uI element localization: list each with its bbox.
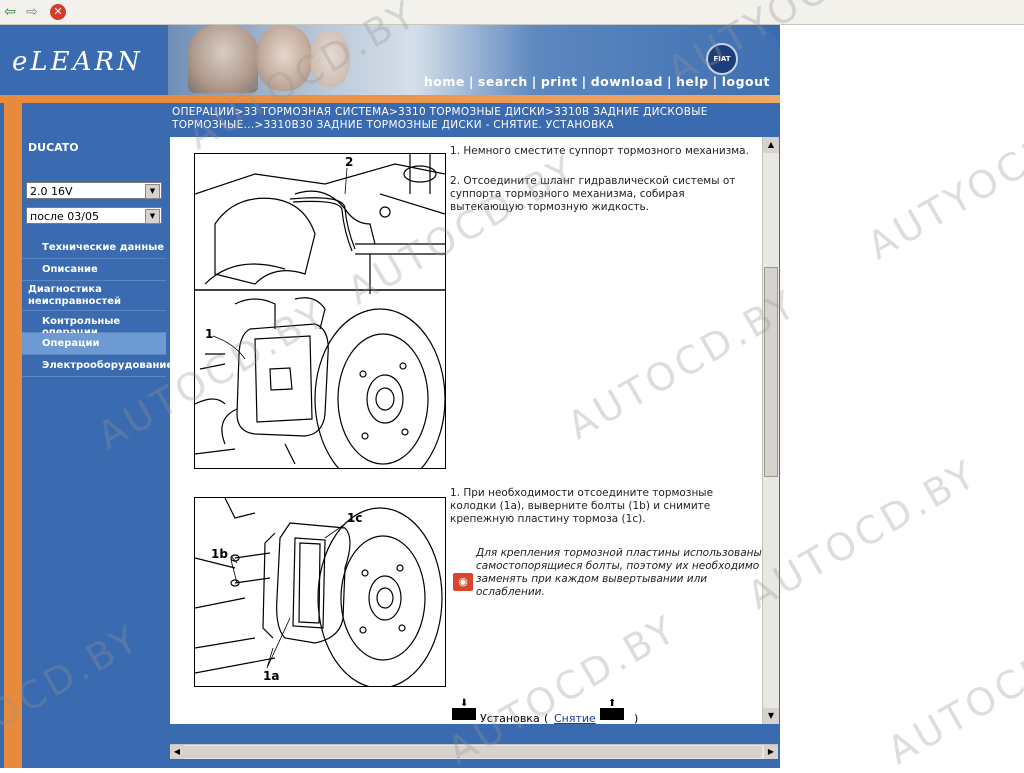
figure-callout: 1a <box>263 669 279 683</box>
breadcrumb-text: ОПЕРАЦИИ>33 ТОРМОЗНАЯ СИСТЕМА>3310 ТОРМО… <box>172 106 708 131</box>
top-navigation: home | search | print | download | help | logout <box>423 74 770 89</box>
model-title: DUCATO <box>28 141 79 154</box>
engine-select-value: 2.0 16V <box>30 185 73 198</box>
sidebar-item-checks[interactable]: Контрольные операции <box>22 311 166 338</box>
nav-home-link[interactable]: home <box>424 74 465 89</box>
sidebar-item-description[interactable]: Описание <box>22 259 166 281</box>
stop-icon[interactable]: ✕ <box>50 4 66 20</box>
banner-photo <box>256 25 312 91</box>
sidebar-item-electrical[interactable]: Электрооборудование <box>22 355 173 377</box>
elearn-logo: eLEARN <box>12 47 143 77</box>
chevron-down-icon[interactable]: ▼ <box>145 209 160 224</box>
install-arrow-icon[interactable]: ⬇ <box>452 698 476 720</box>
sidebar-item-label: Описание <box>42 264 98 275</box>
browser-toolbar: ⇦ ⇨ ✕ <box>0 0 1024 25</box>
nav-search-link[interactable]: search <box>478 74 528 89</box>
watermark: AUTOCD.BY <box>880 605 1024 773</box>
install-label[interactable]: Установка <box>480 712 540 725</box>
removal-link[interactable]: Снятие <box>554 712 596 725</box>
scroll-thumb[interactable] <box>184 746 762 758</box>
sidebar-item-label: Операции <box>42 338 100 349</box>
fiat-badge: FIAT <box>706 43 738 75</box>
sidebar-item-tech-data[interactable]: Технические данные <box>22 237 166 259</box>
figure-callout: 1b <box>211 547 228 561</box>
removal-arrow-icon[interactable]: ⬆ <box>600 698 624 720</box>
brake-pad-illustration: 1c 1b 1a <box>195 498 443 686</box>
sidebar-item-label: Диагностика неисправностей <box>28 284 122 307</box>
date-select[interactable]: после 03/05 ▼ <box>26 207 162 224</box>
figure-callout: 2 <box>345 155 353 169</box>
scroll-down-icon[interactable]: ▼ <box>763 708 779 724</box>
sidebar-item-label: Технические данные <box>42 242 165 253</box>
sidebar: DUCATO 2.0 16V ▼ после 03/05 ▼ Техническ… <box>22 137 173 761</box>
figure-callout: 1 <box>205 327 213 341</box>
banner-photo <box>310 31 350 87</box>
scroll-left-icon[interactable]: ◀ <box>170 745 184 759</box>
logo-panel: eLEARN <box>4 29 164 95</box>
brake-pad-figure: 1c 1b 1a <box>194 497 446 687</box>
vertical-scrollbar[interactable]: ▲ ▼ <box>762 137 779 724</box>
accent-bar <box>0 95 780 103</box>
step-3-text: 1. При необходимости отсоедините тормозн… <box>450 487 714 525</box>
horizontal-scrollbar[interactable]: ◀ ▶ <box>170 744 778 759</box>
engine-select[interactable]: 2.0 16V ▼ <box>26 182 162 199</box>
figure-callout: 1c <box>347 511 362 525</box>
content-pane: 2 1 1. Немного сместите суппорт тормозно… <box>170 137 762 726</box>
brake-caliper-figure: 2 1 <box>194 153 446 469</box>
brake-caliper-illustration: 2 1 <box>195 154 445 468</box>
sidebar-item-label: Электрооборудование <box>42 360 174 371</box>
chevron-down-icon[interactable]: ▼ <box>145 184 160 199</box>
header-banner: FIAT home | search | print | download | help | log… <box>168 25 780 95</box>
nav-logout-link[interactable]: logout <box>722 74 770 89</box>
step-1-text: 1. Немного сместите суппорт тормозного м… <box>450 145 749 157</box>
banner-photo <box>188 25 258 93</box>
back-arrow-icon[interactable]: ⇦ <box>2 4 18 20</box>
scroll-up-icon[interactable]: ▲ <box>763 137 779 153</box>
sidebar-item-operations[interactable]: Операции <box>22 333 166 355</box>
sidebar-item-diagnostics[interactable]: Диагностика неисправностей <box>22 281 166 311</box>
date-select-value: после 03/05 <box>30 210 99 223</box>
scroll-right-icon[interactable]: ▶ <box>764 745 778 759</box>
accent-stripe <box>4 103 22 768</box>
paren-close: ) <box>634 712 639 725</box>
step-2-text: 2. Отсоедините шланг гидравлической сист… <box>450 175 736 213</box>
nav-print-link[interactable]: print <box>541 74 578 89</box>
nav-download-link[interactable]: download <box>591 74 663 89</box>
eye-warning-icon: ◉ <box>453 573 473 591</box>
breadcrumb: ОПЕРАЦИИ>33 ТОРМОЗНАЯ СИСТЕМА>3310 ТОРМО… <box>168 103 780 135</box>
forward-arrow-icon[interactable]: ⇨ <box>24 4 40 20</box>
warning-note: Для крепления тормозной пластины использ… <box>476 547 762 598</box>
nav-help-link[interactable]: help <box>676 74 709 89</box>
watermark: AUTYOCD.BY <box>860 88 1024 269</box>
bottom-navigation: ⬇ Установка ( Снятие ⬆ ) <box>452 698 692 726</box>
paren-open: ( <box>544 712 549 725</box>
scroll-thumb[interactable] <box>764 267 778 477</box>
